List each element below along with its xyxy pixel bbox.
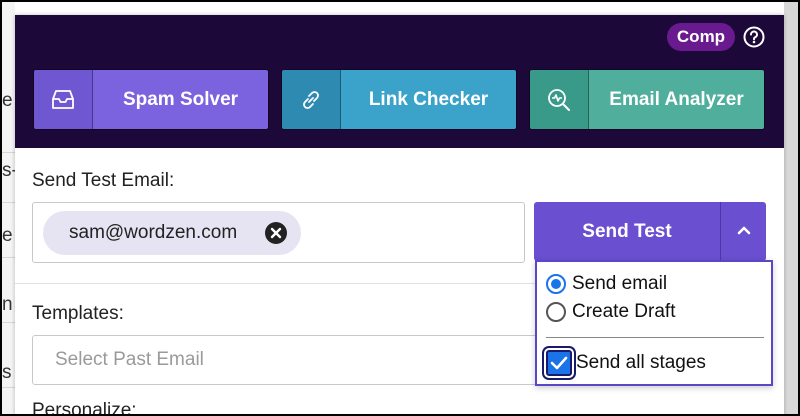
section-divider (15, 283, 535, 284)
send-test-popover: Comp Spam Solver Link Checker Email Anal… (15, 15, 784, 416)
menu-divider (546, 337, 764, 338)
send-all-stages-option[interactable]: Send all stages (546, 350, 706, 376)
tools-header: Comp Spam Solver Link Checker Email Anal… (15, 15, 784, 148)
background-page: e s- e n s (2, 2, 18, 414)
templates-label: Templates: (32, 303, 124, 324)
spam-solver-button[interactable]: Spam Solver (33, 69, 269, 130)
send-test-email-label: Send Test Email: (32, 170, 175, 191)
templates-select[interactable]: Select Past Email (32, 335, 552, 385)
background-scroll-area (784, 2, 798, 414)
recipient-input[interactable]: sam@wordzen.com (32, 202, 525, 263)
create-draft-radio[interactable] (546, 302, 566, 322)
personalize-label: Personalize: (32, 400, 137, 416)
send-email-radio[interactable] (546, 274, 566, 294)
comp-badge[interactable]: Comp (667, 23, 735, 51)
magnifier-chart-icon (530, 70, 589, 129)
create-draft-option-label: Create Draft (572, 301, 676, 322)
background-text: n (2, 294, 13, 315)
send-test-button[interactable]: Send Test (534, 202, 720, 261)
inbox-tray-icon (34, 70, 93, 129)
send-all-stages-checkbox[interactable] (546, 350, 572, 376)
recipient-chip: sam@wordzen.com (43, 211, 301, 255)
send-email-option[interactable]: Send email (546, 273, 667, 295)
help-circle-icon[interactable] (743, 26, 765, 48)
background-text: e (2, 225, 13, 246)
recipient-chip-text: sam@wordzen.com (69, 222, 238, 243)
send-options-menu: Send email Create Draft Send all stages (535, 260, 773, 386)
background-text: s (2, 362, 12, 383)
chevron-up-icon (736, 223, 752, 241)
link-icon (282, 70, 341, 129)
email-analyzer-button[interactable]: Email Analyzer (529, 69, 765, 130)
send-options-toggle[interactable] (720, 202, 766, 261)
create-draft-option[interactable]: Create Draft (546, 301, 675, 323)
link-checker-button[interactable]: Link Checker (281, 69, 517, 130)
link-checker-label: Link Checker (341, 70, 516, 129)
spam-solver-label: Spam Solver (93, 70, 268, 129)
send-email-option-label: Send email (572, 273, 668, 294)
email-analyzer-label: Email Analyzer (589, 70, 764, 129)
send-all-stages-label: Send all stages (576, 352, 706, 373)
background-text: e (2, 90, 13, 111)
remove-recipient-icon[interactable] (264, 221, 288, 245)
